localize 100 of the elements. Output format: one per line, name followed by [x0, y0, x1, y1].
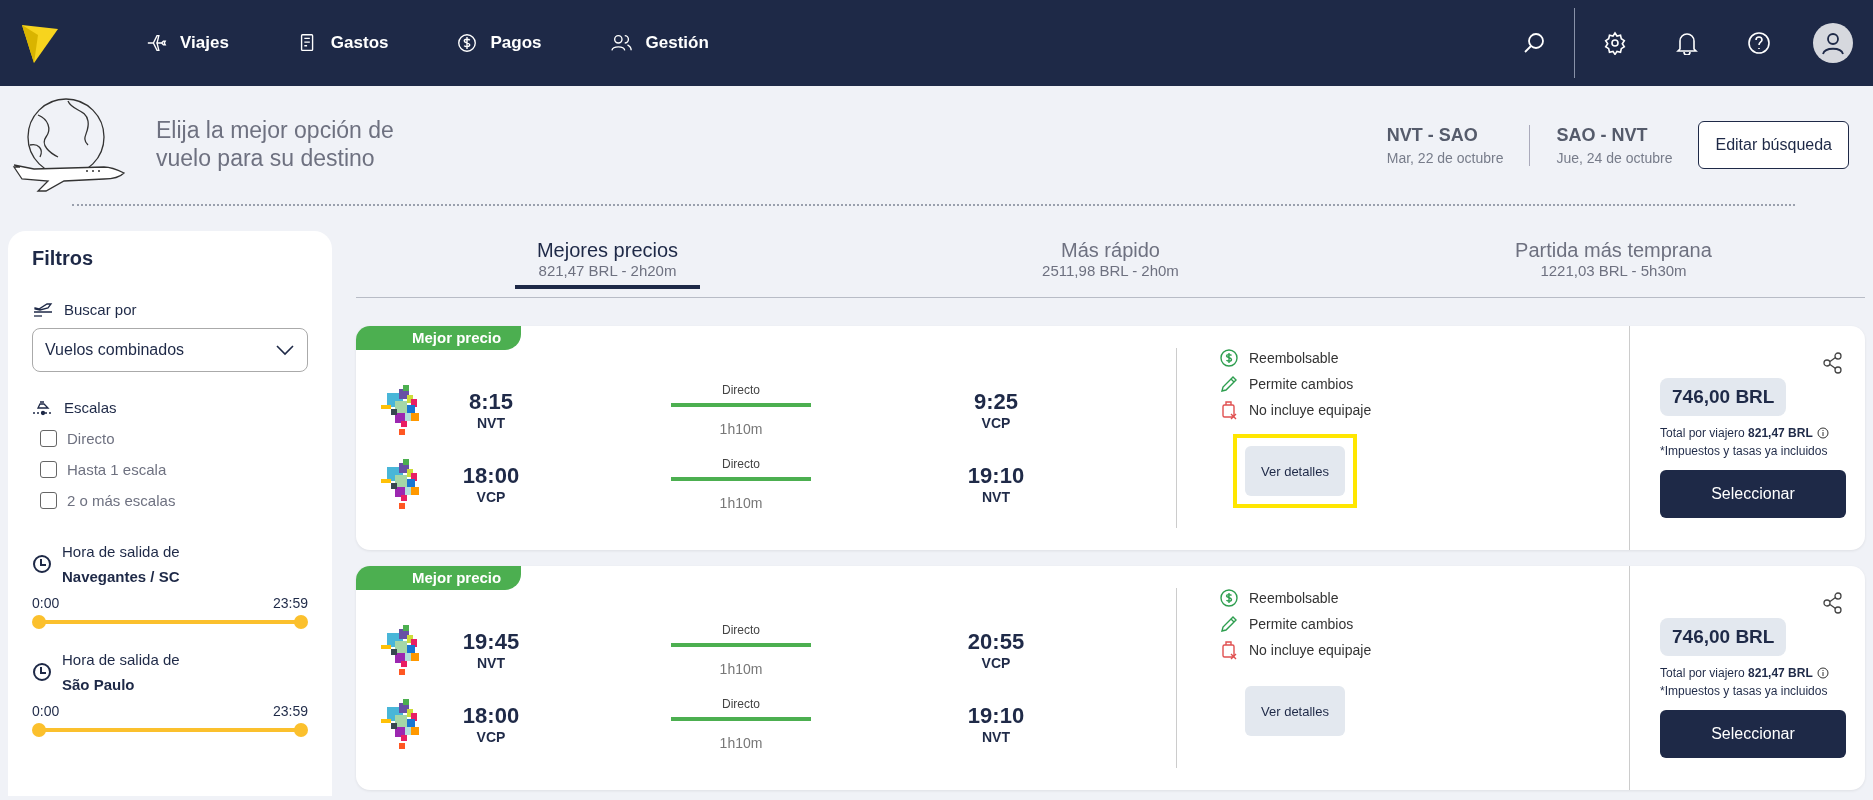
share-icon[interactable]	[1823, 352, 1843, 374]
plane-icon	[146, 32, 168, 54]
place-label: São Paulo	[62, 676, 136, 693]
taxes-note: *Impuestos y tasas ya incluidos	[1660, 684, 1829, 698]
time-slider[interactable]	[32, 615, 308, 629]
avatar[interactable]	[1813, 23, 1853, 63]
date-label: Mar, 22 de octubre	[1386, 149, 1504, 166]
price-label: 746,00 BRL	[1660, 378, 1787, 416]
checkbox[interactable]	[40, 492, 57, 509]
clock-icon	[32, 554, 52, 574]
condition-label: Reembolsable	[1249, 590, 1339, 606]
min-time-label: 0:00	[32, 595, 60, 611]
departure-time: 19:45	[462, 629, 520, 655]
max-time-label: 23:59	[272, 703, 308, 719]
pixel-map-icon	[381, 625, 421, 675]
slider-handle[interactable]	[294, 615, 308, 629]
route-label: SAO - NVT	[1556, 124, 1649, 146]
bell-icon[interactable]	[1676, 31, 1698, 55]
time-filter-label: Hora de salida de	[62, 543, 180, 560]
info-icon[interactable]	[1816, 427, 1829, 439]
select-button[interactable]: Seleccionar	[1660, 470, 1846, 518]
stops-label: Directo	[722, 623, 760, 637]
condition-label: Permite cambios	[1249, 616, 1354, 632]
settings-icon[interactable]	[1603, 31, 1627, 55]
stops-label: Escalas	[64, 398, 117, 416]
time-slider[interactable]	[32, 723, 308, 737]
info-icon[interactable]	[1816, 667, 1829, 679]
stops-label: Directo	[722, 697, 760, 711]
best-price-badge: Mejor precio	[356, 566, 522, 590]
airport-code: VCP	[476, 729, 506, 745]
airport-code: NVT	[982, 489, 1010, 505]
money-icon	[1219, 348, 1239, 368]
pencil-icon	[1219, 614, 1239, 634]
arrival-time: 9:25	[973, 389, 1018, 415]
route-label: NVT - SAO	[1386, 124, 1479, 146]
result-tab[interactable]: Partida más temprana 1221,03 BRL - 5h30m	[1362, 235, 1865, 297]
total-per-traveler-text: Total por viajero 821,47 BRL	[1660, 426, 1813, 440]
duration-label: 1h10m	[719, 495, 763, 511]
airport-code: NVT	[477, 655, 505, 671]
select-button[interactable]: Seleccionar	[1660, 710, 1846, 758]
date-label: Jue, 24 de octubre	[1556, 149, 1673, 166]
edit-search-button[interactable]: Editar búsqueda	[1698, 121, 1849, 169]
checkbox-label: Hasta 1 escala	[67, 461, 167, 478]
plane-stops-icon	[32, 398, 54, 416]
max-time-label: 23:59	[272, 595, 308, 611]
result-tab[interactable]: Más rápido 2511,98 BRL - 2h0m	[859, 235, 1362, 297]
slider-handle[interactable]	[32, 615, 46, 629]
condition-label: Reembolsable	[1249, 350, 1339, 366]
help-icon[interactable]	[1747, 31, 1771, 55]
filters-title: Filtros	[32, 247, 95, 270]
pixel-map-icon	[381, 459, 421, 509]
checkbox[interactable]	[40, 461, 57, 478]
condition-label: No incluye equipaje	[1249, 642, 1372, 658]
nav-item[interactable]: Viajes	[140, 31, 235, 55]
dollar-icon	[456, 32, 479, 54]
stops-label: Directo	[722, 383, 760, 397]
airport-code: VCP	[981, 415, 1011, 431]
checkbox-label: Directo	[67, 430, 115, 447]
nav-item[interactable]: Gastos	[290, 31, 395, 55]
money-icon	[1219, 588, 1239, 608]
duration-label: 1h10m	[719, 421, 763, 437]
price-label: 746,00 BRL	[1660, 618, 1787, 656]
condition-label: No incluye equipaje	[1249, 402, 1372, 418]
time-filter-label: Hora de salida de	[62, 651, 180, 668]
taxes-note: *Impuestos y tasas ya incluidos	[1660, 444, 1829, 458]
airport-code: NVT	[477, 415, 505, 431]
best-price-badge: Mejor precio	[356, 326, 522, 350]
duration-label: 1h10m	[719, 735, 763, 751]
place-label: Navegantes / SC	[62, 568, 180, 585]
search-by-dropdown[interactable]: Vuelos combinados	[32, 328, 308, 372]
airport-code: VCP	[476, 489, 506, 505]
arrival-time: 20:55	[967, 629, 1025, 655]
clock-icon	[32, 662, 52, 682]
checkbox[interactable]	[40, 430, 57, 447]
arrival-time: 19:10	[967, 703, 1025, 729]
page-title: Elija la mejor opción de vuelo para su destino	[156, 117, 395, 173]
slider-handle[interactable]	[294, 723, 308, 737]
min-time-label: 0:00	[32, 703, 60, 719]
condition-label: Permite cambios	[1249, 376, 1354, 392]
details-button[interactable]: Ver detalles	[1245, 686, 1345, 736]
pixel-map-icon	[381, 699, 421, 749]
share-icon[interactable]	[1823, 592, 1843, 614]
checkbox-label: 2 o más escalas	[67, 492, 176, 509]
nav-item[interactable]: Gestión	[603, 31, 715, 55]
slider-handle[interactable]	[32, 723, 46, 737]
pixel-map-icon	[381, 385, 421, 435]
airport-code: NVT	[982, 729, 1010, 745]
search-by-label: Buscar por	[64, 300, 137, 318]
details-button[interactable]: Ver detalles	[1245, 446, 1345, 496]
total-per-traveler-text: Total por viajero 821,47 BRL	[1660, 666, 1813, 680]
chevron-down-icon	[275, 344, 295, 356]
departure-time: 18:00	[462, 703, 520, 729]
search-icon[interactable]	[1522, 31, 1546, 55]
departure-time: 18:00	[462, 463, 520, 489]
nav-item[interactable]: Pagos	[450, 31, 548, 55]
plane-takeoff-icon	[32, 300, 54, 318]
departure-time: 8:15	[468, 389, 513, 415]
arrival-time: 19:10	[967, 463, 1025, 489]
pencil-icon	[1219, 374, 1239, 394]
result-tab[interactable]: Mejores precios 821,47 BRL - 2h20m	[356, 235, 859, 297]
